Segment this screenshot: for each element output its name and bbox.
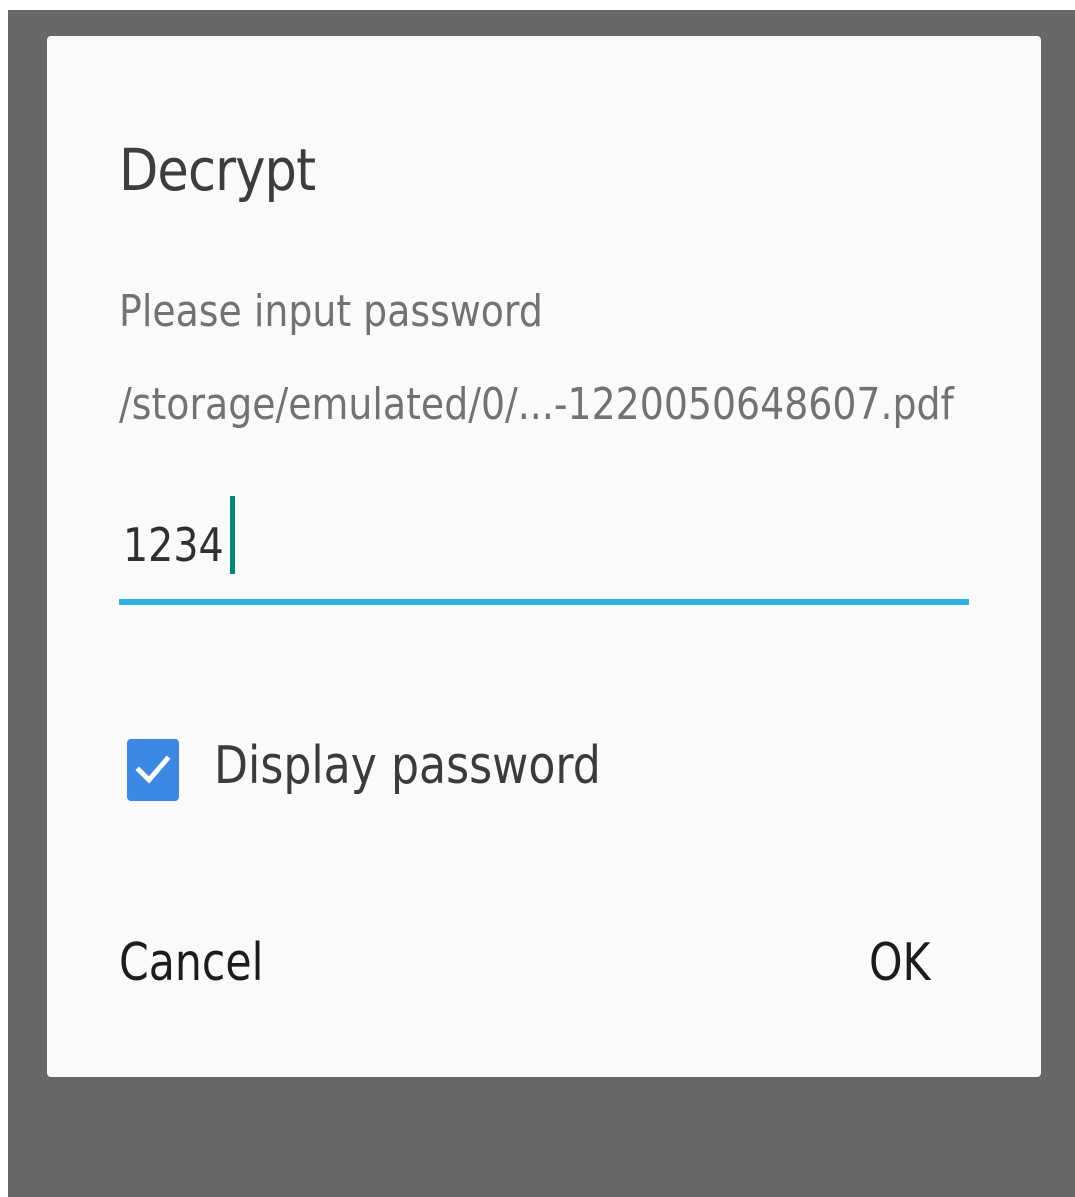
password-field[interactable]: 1234 [119, 496, 969, 606]
file-path: /storage/emulated/0/...-1220050648607.pd… [119, 379, 954, 430]
password-value: 1234 [123, 518, 224, 572]
dialog-message: Please input password [119, 286, 543, 337]
decrypt-dialog: Decrypt Please input password /storage/e… [47, 36, 1041, 1077]
display-password-label: Display password [214, 736, 601, 796]
text-cursor [230, 496, 235, 574]
cancel-button[interactable]: Cancel [119, 932, 263, 994]
ok-button[interactable]: OK [869, 932, 931, 994]
password-field-underline [119, 599, 969, 605]
display-password-checkbox[interactable] [127, 739, 179, 801]
check-icon [135, 755, 171, 784]
dialog-title: Decrypt [119, 136, 316, 204]
display-password-row[interactable]: Display password [125, 731, 645, 811]
